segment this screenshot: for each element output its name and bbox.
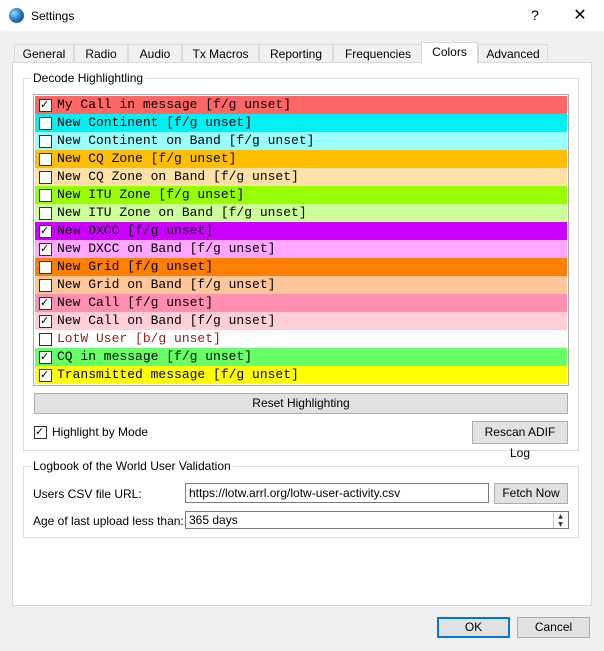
highlight-item-label: New DXCC [f/g unset] <box>57 223 214 238</box>
age-spin-buttons[interactable]: ▲ ▼ <box>553 513 567 528</box>
close-button[interactable]: ✕ <box>560 0 600 31</box>
highlight-list[interactable]: My Call in message [f/g unset] New Contin… <box>33 94 569 386</box>
highlight-item[interactable]: New ITU Zone [f/g unset] <box>35 186 567 204</box>
ok-button[interactable]: OK <box>437 617 510 638</box>
highlight-item-label: New Continent [f/g unset] <box>57 115 253 130</box>
highlight-item[interactable]: New Call on Band [f/g unset] <box>35 312 567 330</box>
title-bar: Settings ? ✕ <box>0 0 604 31</box>
highlight-item[interactable]: LotW User [b/g unset] <box>35 330 567 348</box>
decode-highlighting-title: Decode Highlightling <box>31 71 146 85</box>
highlight-item[interactable]: New CQ Zone [f/g unset] <box>35 150 567 168</box>
highlight-item-checkbox[interactable] <box>39 366 52 384</box>
highlight-item-label: New ITU Zone [f/g unset] <box>57 187 245 202</box>
tab-general[interactable]: General <box>14 44 74 63</box>
highlight-item-checkbox[interactable] <box>39 312 52 330</box>
highlight-item-label: LotW User [b/g unset] <box>57 331 221 346</box>
spin-up-icon[interactable]: ▲ <box>554 513 567 521</box>
highlight-item-label: New Call [f/g unset] <box>57 295 214 310</box>
highlight-by-mode-label: Highlight by Mode <box>52 425 149 439</box>
age-label: Age of last upload less than: <box>33 514 184 528</box>
tab-audio[interactable]: Audio <box>128 44 182 63</box>
csv-url-label: Users CSV file URL: <box>33 487 142 501</box>
highlight-item-checkbox[interactable] <box>39 135 52 148</box>
highlight-item-label: New Grid on Band [f/g unset] <box>57 277 276 292</box>
highlight-item[interactable]: New Continent [f/g unset] <box>35 114 567 132</box>
age-value: 365 days <box>189 513 238 527</box>
highlight-item-checkbox[interactable] <box>39 171 52 184</box>
csv-url-field[interactable]: https://lotw.arrl.org/lotw-user-activity… <box>185 483 489 503</box>
window-title: Settings <box>31 9 75 23</box>
fetch-now-button[interactable]: Fetch Now <box>494 483 568 504</box>
globe-icon <box>9 8 24 23</box>
highlight-item-checkbox[interactable] <box>39 240 52 258</box>
tab-tx-macros[interactable]: Tx Macros <box>182 44 259 63</box>
highlight-item[interactable]: New Grid on Band [f/g unset] <box>35 276 567 294</box>
highlight-item[interactable]: New DXCC [f/g unset] <box>35 222 567 240</box>
tab-colors[interactable]: Colors <box>421 42 478 64</box>
tab-radio[interactable]: Radio <box>74 44 128 63</box>
spin-down-icon[interactable]: ▼ <box>554 521 567 528</box>
highlight-item-checkbox[interactable] <box>39 279 52 292</box>
highlight-item-checkbox[interactable] <box>39 189 52 202</box>
lotw-validation-title: Logbook of the World User Validation <box>31 459 233 473</box>
reset-highlighting-button[interactable]: Reset Highlighting <box>34 393 568 414</box>
highlight-item[interactable]: My Call in message [f/g unset] <box>35 96 567 114</box>
highlight-item-checkbox[interactable] <box>39 261 52 274</box>
highlight-item[interactable]: Transmitted message [f/g unset] <box>35 366 567 384</box>
highlight-item-label: New Continent on Band [f/g unset] <box>57 133 315 148</box>
highlight-item[interactable]: New ITU Zone on Band [f/g unset] <box>35 204 567 222</box>
cancel-button[interactable]: Cancel <box>517 617 590 638</box>
tab-reporting[interactable]: Reporting <box>259 44 333 63</box>
highlight-item-checkbox[interactable] <box>39 96 52 114</box>
checkbox-icon[interactable] <box>34 423 47 441</box>
highlight-item-label: New Call on Band [f/g unset] <box>57 313 276 328</box>
highlight-item[interactable]: CQ in message [f/g unset] <box>35 348 567 366</box>
highlight-item[interactable]: New Continent on Band [f/g unset] <box>35 132 567 150</box>
highlight-item-label: New Grid [f/g unset] <box>57 259 214 274</box>
highlight-item-checkbox[interactable] <box>39 294 52 312</box>
age-spinbox[interactable]: 365 days ▲ ▼ <box>185 511 569 529</box>
highlight-item-checkbox[interactable] <box>39 207 52 220</box>
highlight-item-label: CQ in message [f/g unset] <box>57 349 253 364</box>
highlight-item[interactable]: New CQ Zone on Band [f/g unset] <box>35 168 567 186</box>
highlight-item[interactable]: New Call [f/g unset] <box>35 294 567 312</box>
help-button[interactable]: ? <box>519 0 551 31</box>
highlight-item-label: New ITU Zone on Band [f/g unset] <box>57 205 307 220</box>
highlight-item-label: My Call in message [f/g unset] <box>57 97 292 112</box>
highlight-item-checkbox[interactable] <box>39 153 52 166</box>
highlight-item[interactable]: New DXCC on Band [f/g unset] <box>35 240 567 258</box>
highlight-item[interactable]: New Grid [f/g unset] <box>35 258 567 276</box>
highlight-item-label: New DXCC on Band [f/g unset] <box>57 241 276 256</box>
highlight-item-label: New CQ Zone on Band [f/g unset] <box>57 169 299 184</box>
tab-advanced[interactable]: Advanced <box>478 44 548 63</box>
highlight-item-label: Transmitted message [f/g unset] <box>57 367 299 382</box>
tab-frequencies[interactable]: Frequencies <box>333 44 423 63</box>
highlight-item-checkbox[interactable] <box>39 117 52 130</box>
highlight-item-checkbox[interactable] <box>39 348 52 366</box>
highlight-item-checkbox[interactable] <box>39 333 52 346</box>
rescan-adif-log-button[interactable]: Rescan ADIF Log <box>472 421 568 460</box>
highlight-item-checkbox[interactable] <box>39 222 52 240</box>
highlight-item-label: New CQ Zone [f/g unset] <box>57 151 237 166</box>
